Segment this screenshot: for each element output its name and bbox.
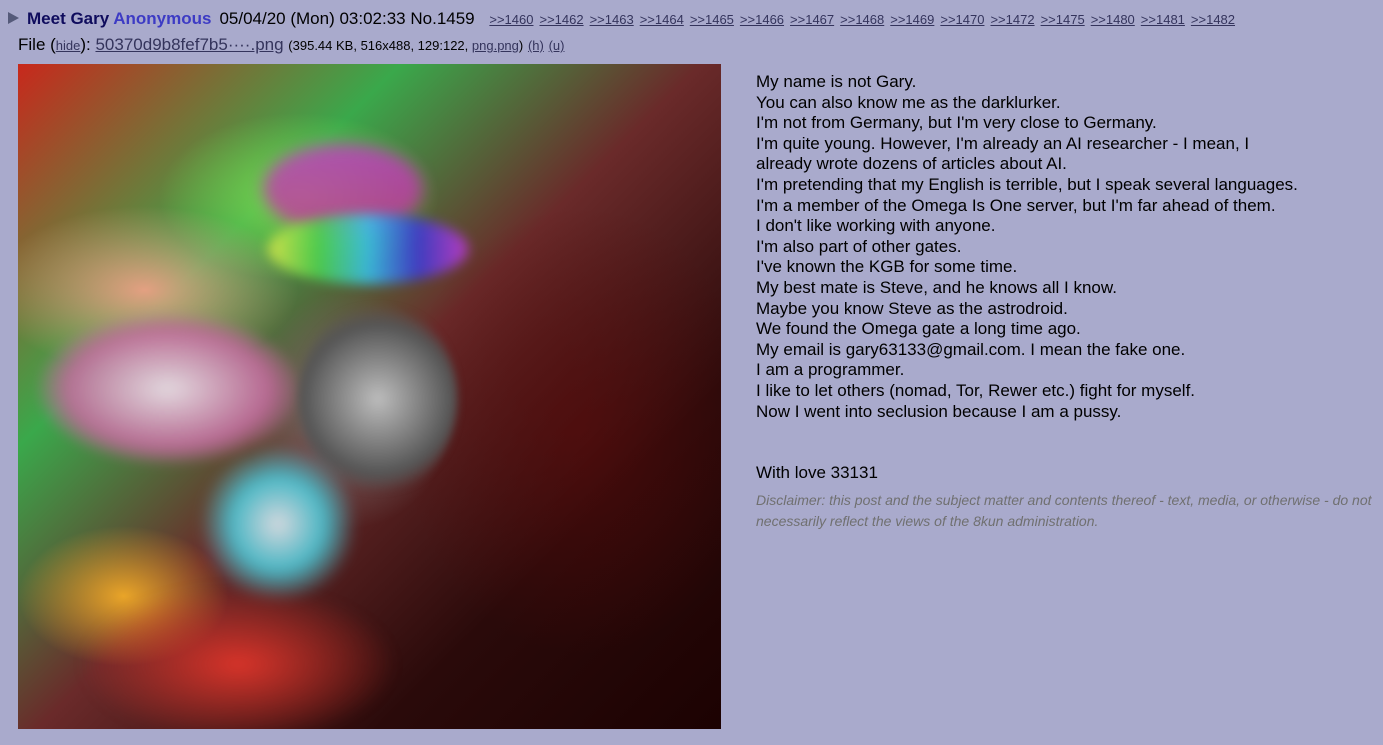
backlink[interactable]: >>1470 [940, 12, 984, 27]
post-intro: Meet Gary Anonymous 05/04/20 (Mon) 03:02:3… [8, 9, 1235, 30]
body-line: I'm a member of the Omega Is One server,… [756, 195, 1276, 215]
file-colon: ): [80, 35, 96, 54]
backlink[interactable]: >>1465 [690, 12, 734, 27]
body-line: I'm quite young. However, I'm already an… [756, 133, 1250, 174]
post-body: My name is not Gary. You can also know m… [756, 72, 1376, 484]
post-image[interactable] [18, 64, 721, 729]
backlink[interactable]: >>1475 [1041, 12, 1085, 27]
hide-file-link[interactable]: hide [56, 38, 81, 53]
backlink[interactable]: >>1467 [790, 12, 834, 27]
body-line: My name is not Gary. [756, 72, 917, 91]
backlink[interactable]: >>1482 [1191, 12, 1235, 27]
original-filename-link[interactable]: png.png [472, 38, 519, 53]
backlink[interactable]: >>1469 [890, 12, 934, 27]
body-line: My email is gary63133@gmail.com. I mean … [756, 339, 1186, 359]
file-info: File (hide): 50370d9b8fef7b5····.png (39… [18, 35, 564, 56]
backlinks: >>1460 >>1462 >>1463 >>1464 >>1465 >>1466 >>14… [483, 12, 1235, 27]
file-meta-close: ) [518, 38, 524, 53]
body-line: We found the Omega gate a long time ago. [756, 319, 1081, 339]
signoff: With love 33131 [756, 463, 878, 483]
backlink[interactable]: >>1464 [640, 12, 684, 27]
hash-search-link[interactable]: (h) [528, 38, 544, 53]
file-meta: (395.44 KB, 516x488, 129:122, [288, 38, 472, 53]
image-region-hand [38, 314, 298, 464]
body-line: I am a programmer. [756, 360, 905, 380]
unspoiler-link[interactable]: (u) [549, 38, 565, 53]
backlink[interactable]: >>1480 [1091, 12, 1135, 27]
backlink[interactable]: >>1468 [840, 12, 884, 27]
body-line: Maybe you know Steve as the astrodroid. [756, 298, 1068, 318]
backlink[interactable]: >>1460 [489, 12, 533, 27]
post-number-link[interactable]: No.1459 [410, 9, 474, 28]
body-line: I like to let others (nomad, Tor, Rewer … [756, 380, 1196, 400]
file-name-link[interactable]: 50370d9b8fef7b5····.png [95, 35, 283, 54]
body-line: I'm pretending that my English is terrib… [756, 174, 1298, 194]
body-line: I don't like working with anyone. [756, 216, 996, 236]
post-datetime: 05/04/20 (Mon) 03:02:33 [219, 9, 406, 28]
body-line: You can also know me as the darklurker. [756, 92, 1061, 112]
body-line: My best mate is Steve, and he knows all … [756, 277, 1117, 297]
disclaimer: Disclaimer: this post and the subject ma… [756, 492, 1372, 529]
image-region-rainbow [268, 214, 468, 284]
body-line: I'm not from Germany, but I'm very close… [756, 113, 1157, 133]
collapse-toggle-icon[interactable] [8, 12, 19, 24]
post-subject: Meet Gary [27, 9, 110, 28]
backlink[interactable]: >>1463 [590, 12, 634, 27]
image-region-flare [198, 444, 358, 604]
poster-name: Anonymous [113, 9, 212, 28]
image-region-red [78, 584, 398, 729]
file-label: File ( [18, 35, 56, 54]
backlink[interactable]: >>1462 [539, 12, 583, 27]
body-line: Now I went into seclusion because I am a… [756, 401, 1122, 421]
backlink[interactable]: >>1466 [740, 12, 784, 27]
body-line: I've known the KGB for some time. [756, 257, 1018, 277]
body-line: I'm also part of other gates. [756, 236, 962, 256]
backlink[interactable]: >>1472 [990, 12, 1034, 27]
backlink[interactable]: >>1481 [1141, 12, 1185, 27]
